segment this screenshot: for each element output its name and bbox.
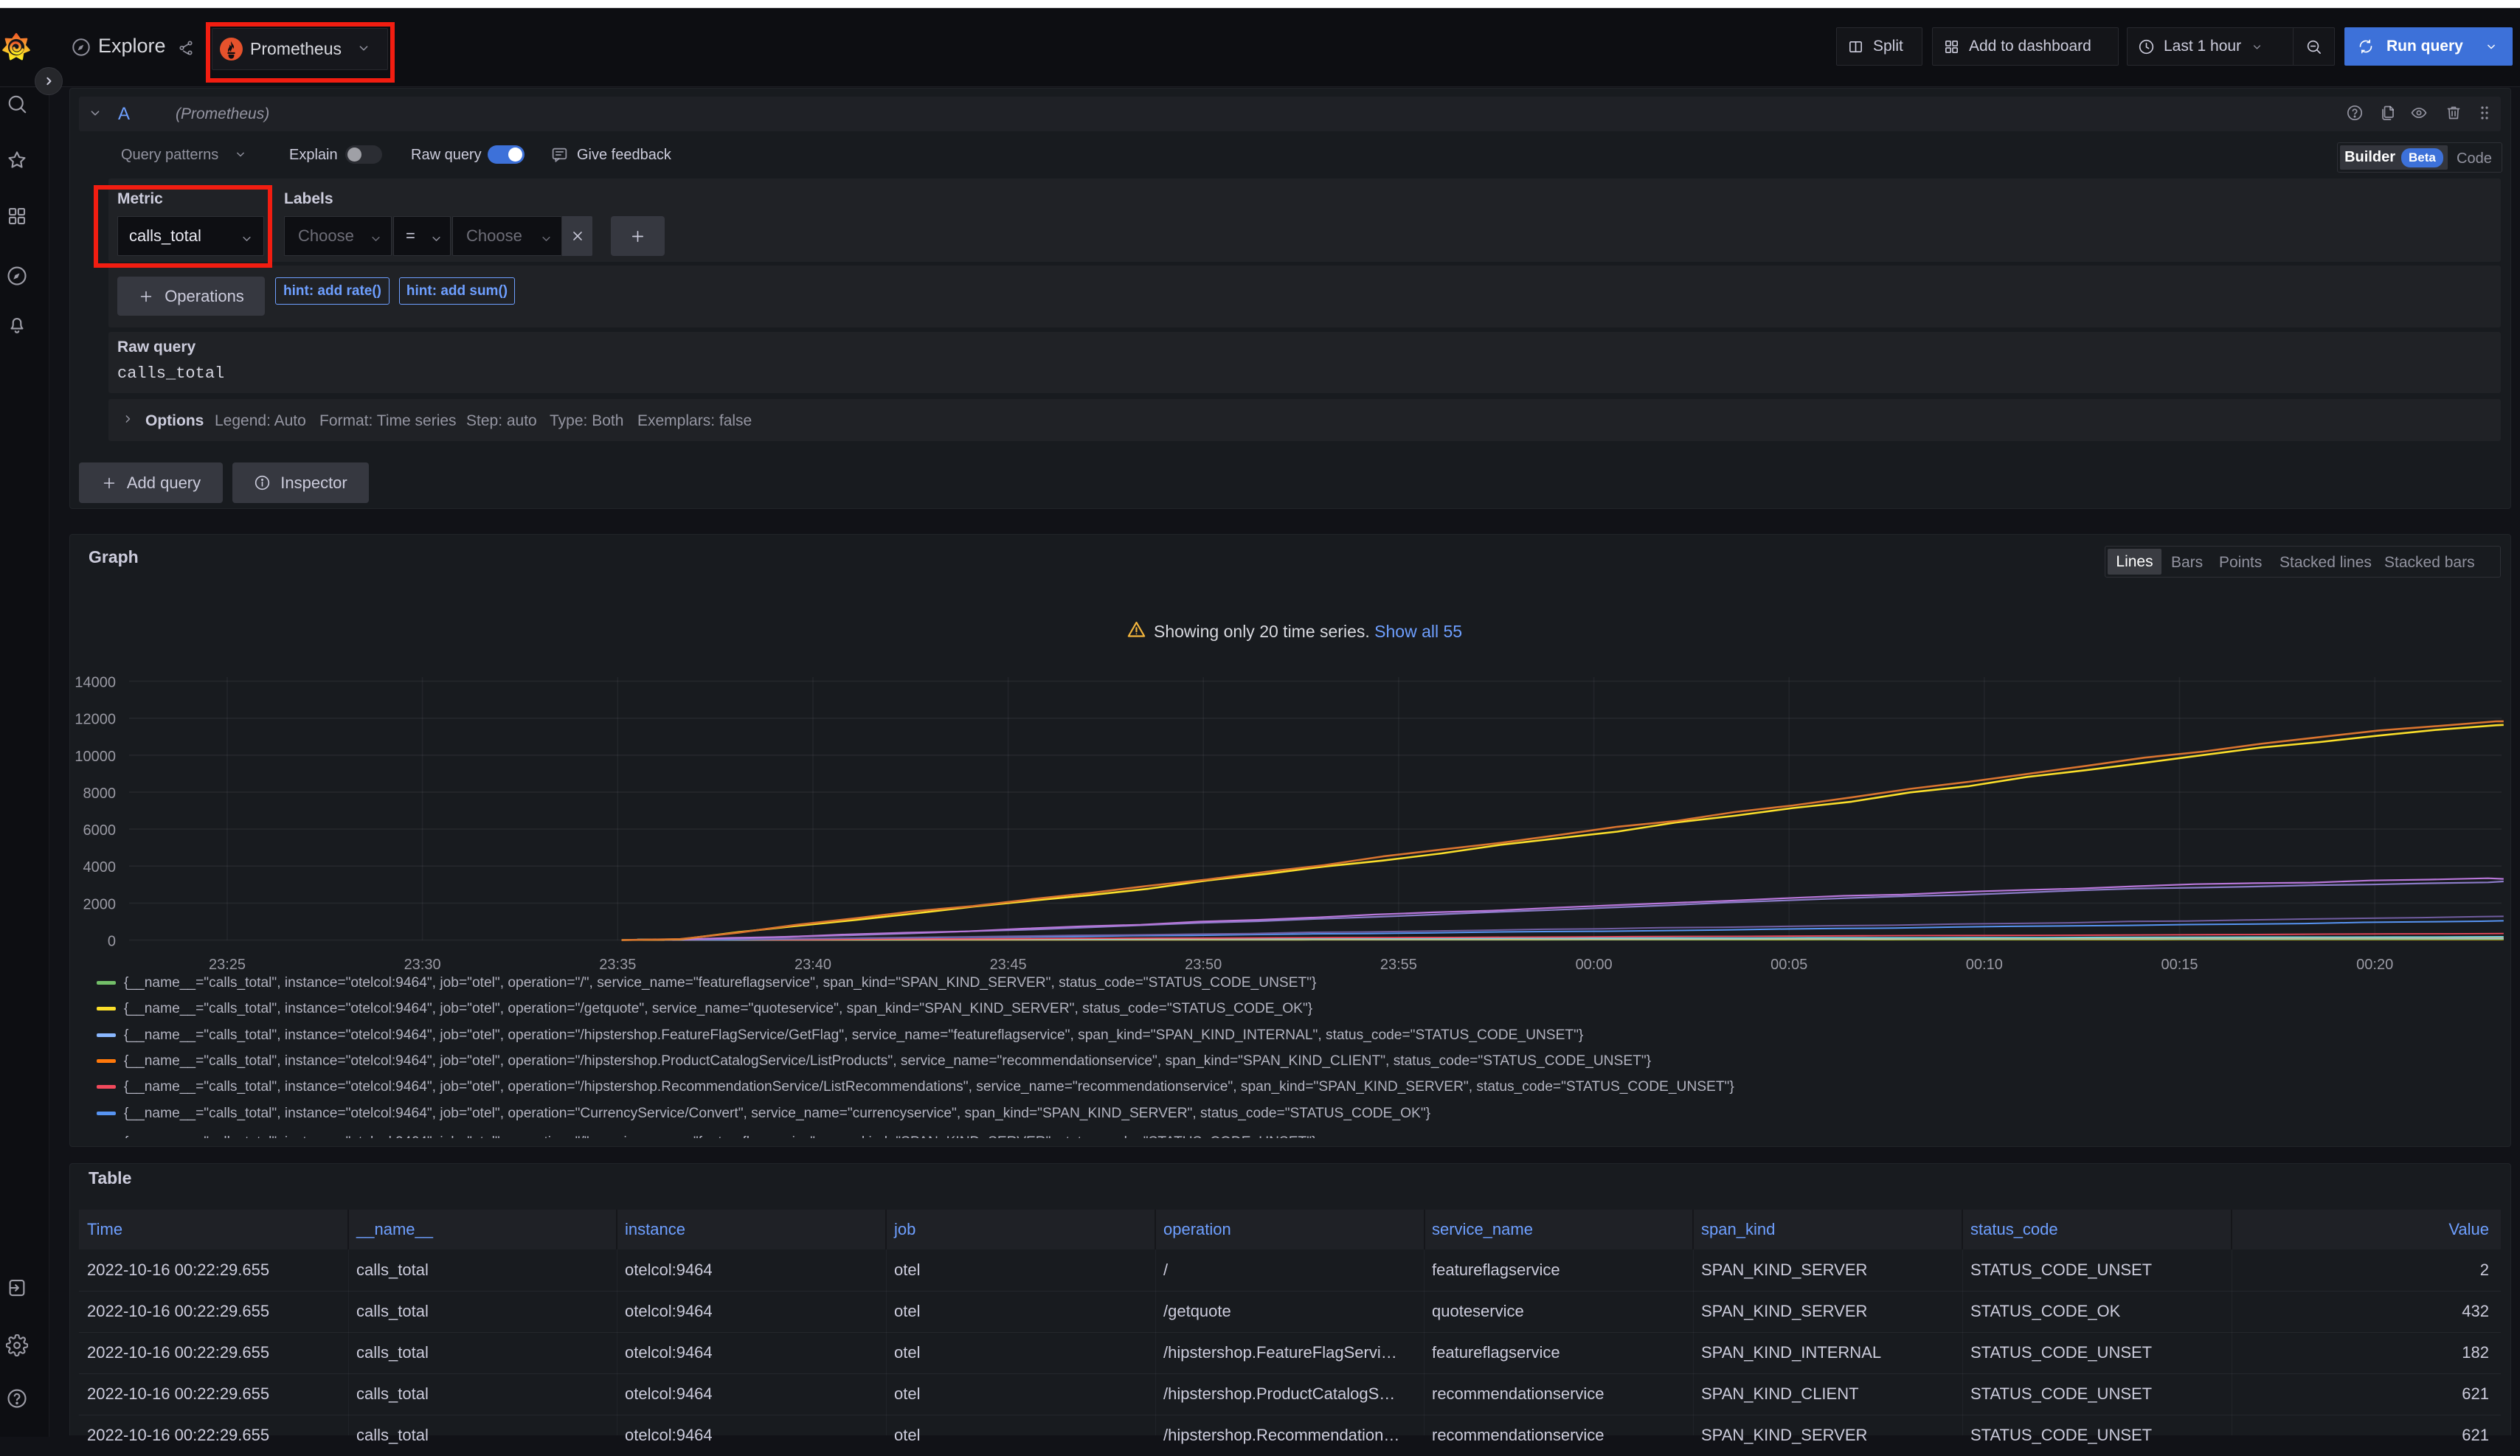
svg-text:4000: 4000 — [83, 859, 117, 876]
svg-text:23:55: 23:55 — [1380, 957, 1417, 973]
svg-text:0: 0 — [108, 934, 116, 950]
svg-text:23:40: 23:40 — [795, 957, 831, 973]
svg-text:23:30: 23:30 — [404, 957, 441, 973]
svg-text:00:10: 00:10 — [1966, 957, 2003, 973]
svg-text:8000: 8000 — [83, 786, 117, 802]
svg-text:00:20: 00:20 — [2356, 957, 2393, 973]
svg-text:14000: 14000 — [75, 675, 116, 691]
svg-text:23:50: 23:50 — [1185, 957, 1222, 973]
svg-text:10000: 10000 — [75, 749, 116, 765]
svg-text:6000: 6000 — [83, 822, 117, 839]
svg-text:00:15: 00:15 — [2161, 957, 2198, 973]
svg-text:2000: 2000 — [83, 896, 117, 912]
svg-text:23:35: 23:35 — [599, 957, 636, 973]
svg-text:00:05: 00:05 — [1770, 957, 1807, 973]
svg-text:00:00: 00:00 — [1576, 957, 1613, 973]
svg-text:23:45: 23:45 — [990, 957, 1027, 973]
svg-text:23:25: 23:25 — [209, 957, 246, 973]
svg-text:12000: 12000 — [75, 712, 116, 728]
